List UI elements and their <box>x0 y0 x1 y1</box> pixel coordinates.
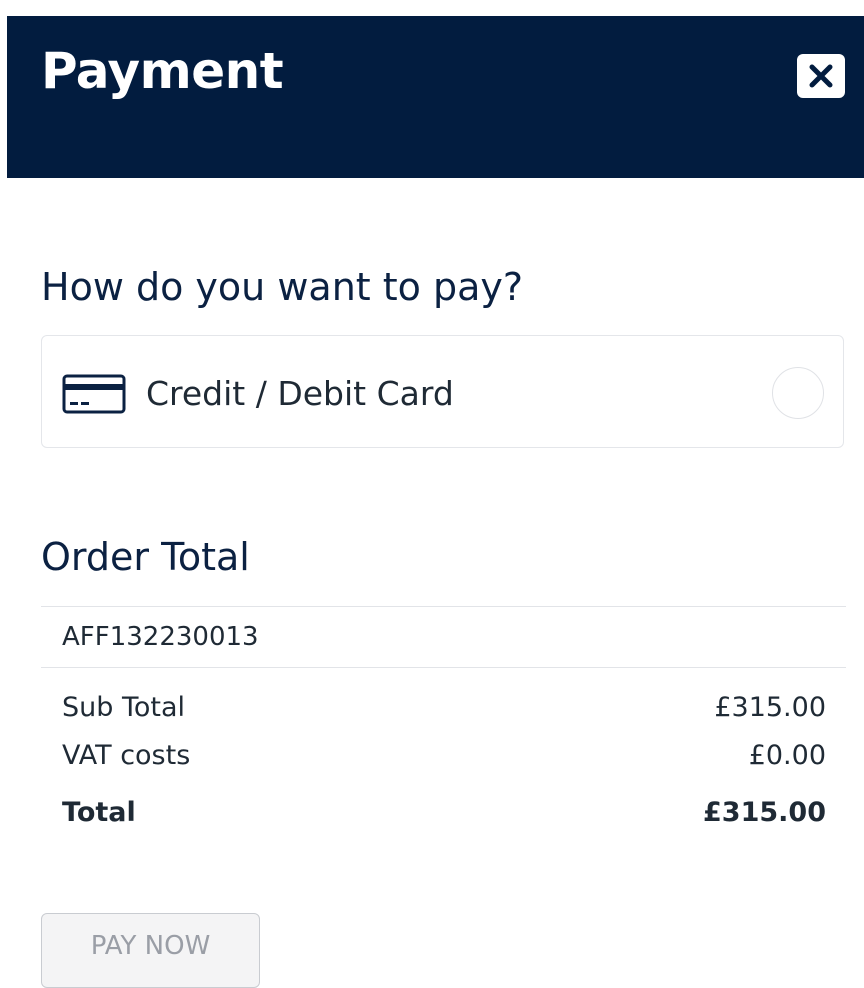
payment-option-label: Credit / Debit Card <box>146 374 454 413</box>
total-label: Total <box>62 797 136 828</box>
vat-value: £0.00 <box>748 740 826 771</box>
order-total-heading: Order Total <box>41 535 250 579</box>
divider <box>41 667 846 668</box>
close-icon <box>809 64 833 88</box>
payment-option-card[interactable]: Credit / Debit Card <box>41 335 844 448</box>
subtotal-label: Sub Total <box>62 692 186 723</box>
payment-method-heading: How do you want to pay? <box>41 265 524 309</box>
divider <box>41 606 846 607</box>
page-title: Payment <box>41 42 284 100</box>
subtotal-value: £315.00 <box>714 692 826 723</box>
payment-header: Payment <box>7 16 864 178</box>
payment-option-radio[interactable] <box>772 367 824 419</box>
total-value: £315.00 <box>703 797 826 828</box>
pay-now-button[interactable]: PAY NOW <box>41 913 260 988</box>
credit-card-icon <box>62 374 126 414</box>
close-button[interactable] <box>797 54 845 98</box>
vat-label: VAT costs <box>62 740 191 771</box>
order-reference: AFF132230013 <box>62 622 259 652</box>
